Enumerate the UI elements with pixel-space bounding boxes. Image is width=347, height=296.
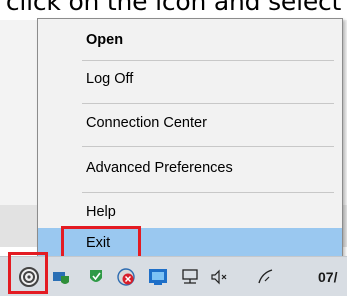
taskbar-clock[interactable]: 07/ [318,269,337,285]
stop-error-icon[interactable] [116,267,136,287]
menu-item-label: Advanced Preferences [86,160,233,176]
menu-item-open[interactable]: Open [38,25,342,55]
menu-item-connection-center[interactable]: Connection Center [38,108,342,138]
menu-separator [82,146,334,147]
taskbar: 07/ [0,256,347,296]
menu-item-log-off[interactable]: Log Off [38,64,342,94]
network-icon[interactable] [180,267,200,287]
menu-separator [82,192,334,193]
speaker-muted-icon[interactable] [209,267,229,287]
instruction-caption: click on the icon and select [5,0,342,16]
menu-item-help[interactable]: Help [38,197,342,227]
pen-tablet-icon[interactable] [256,267,276,287]
menu-item-label: Connection Center [86,115,207,131]
context-menu: Open Log Off Connection Center Advanced … [37,18,343,261]
menu-separator [82,103,334,104]
menu-item-label: Help [86,204,116,220]
security-shield-icon[interactable] [86,267,106,287]
menu-item-label: Open [86,32,124,48]
monitor-app-icon[interactable] [148,267,168,287]
menu-item-label: Log Off [86,71,134,87]
menu-item-advanced-preferences[interactable]: Advanced Preferences [38,153,342,183]
tray-icon-highlight-box [8,252,48,294]
menu-separator [82,60,334,61]
network-shield-icon[interactable] [51,267,71,287]
